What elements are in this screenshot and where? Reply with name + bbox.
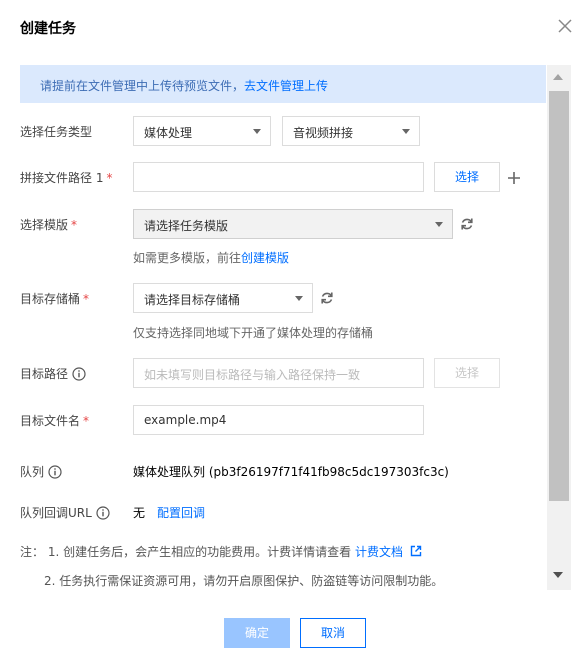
bucket-label: 目标存储桶 * xyxy=(20,290,89,307)
cancel-button[interactable]: 取消 xyxy=(300,618,366,648)
template-label: 选择模版 * xyxy=(20,216,77,233)
queue-value: 媒体处理队列 (pb3f26197f71f41fb98c5dc197303fc3… xyxy=(133,465,449,479)
task-type-label: 选择任务类型 xyxy=(20,123,92,140)
target-path-label-text: 目标路径 xyxy=(20,367,69,381)
chevron-down-icon xyxy=(435,222,443,227)
task-type-label-text: 选择任务类型 xyxy=(20,125,93,139)
callback-url-label: 队列回调URL xyxy=(20,504,110,521)
callback-url-label-text: 队列回调URL xyxy=(20,506,92,520)
queue-label: 队列 xyxy=(20,463,62,480)
target-path-placeholder: 如未填写则目标路径与输入路径保持一致 xyxy=(144,368,361,382)
refresh-icon[interactable] xyxy=(459,216,475,232)
template-placeholder: 请选择任务模版 xyxy=(144,219,229,233)
confirm-button[interactable]: 确定 xyxy=(224,618,290,648)
tip-message: 请提前在文件管理中上传待预览文件， xyxy=(40,79,245,93)
callback-url-value: 无配置回调 xyxy=(133,504,205,521)
refresh-icon[interactable] xyxy=(319,290,335,306)
note-prefix: 注： xyxy=(20,545,45,559)
target-path-label: 目标路径 xyxy=(20,365,86,382)
close-icon[interactable] xyxy=(556,17,574,35)
bucket-placeholder: 请选择目标存储桶 xyxy=(144,293,241,307)
billing-docs-link[interactable]: 计费文档 xyxy=(355,545,403,559)
chevron-down-icon xyxy=(402,129,410,134)
concat-path-select-button[interactable]: 选择 xyxy=(434,162,500,192)
required-mark: * xyxy=(83,414,90,428)
target-filename-input[interactable]: example.mp4 xyxy=(133,405,424,435)
concat-path-label: 拼接文件路径 1 * xyxy=(20,169,112,186)
scrollbar-thumb[interactable] xyxy=(549,91,569,501)
bucket-select[interactable]: 请选择目标存储桶 xyxy=(133,283,313,313)
target-filename-label-text: 目标文件名 xyxy=(20,414,81,428)
chevron-down-icon xyxy=(253,129,261,134)
chevron-down-icon xyxy=(295,296,303,301)
dialog-title: 创建任务 xyxy=(20,21,76,37)
create-task-dialog: 创建任务 请提前在文件管理中上传待预览文件，去文件管理上传 选择任务类型 媒体处… xyxy=(0,0,588,662)
bucket-hint: 仅支持选择同地域下开通了媒体处理的存储桶 xyxy=(133,326,374,340)
upload-tip-banner: 请提前在文件管理中上传待预览文件，去文件管理上传 xyxy=(20,65,546,103)
info-icon[interactable] xyxy=(72,367,86,381)
plus-icon[interactable] xyxy=(506,170,522,186)
required-mark: * xyxy=(71,218,78,232)
external-link-icon[interactable] xyxy=(410,545,422,557)
template-hint-text: 如需更多模版，前往 xyxy=(133,251,242,265)
task-subtype-select[interactable]: 音视频拼接 xyxy=(282,116,420,146)
template-hint: 如需更多模版，前往创建模版 xyxy=(133,249,289,266)
task-category-select[interactable]: 媒体处理 xyxy=(133,116,271,146)
configure-callback-link[interactable]: 配置回调 xyxy=(157,506,205,520)
target-path-input[interactable]: 如未填写则目标路径与输入路径保持一致 xyxy=(133,358,424,388)
concat-path-label-text: 拼接文件路径 1 xyxy=(20,171,104,185)
tip-text: 请提前在文件管理中上传待预览文件，去文件管理上传 xyxy=(40,77,328,94)
scroll-up-arrow-icon[interactable] xyxy=(553,74,563,80)
task-category-value: 媒体处理 xyxy=(144,126,193,140)
info-icon[interactable] xyxy=(48,465,62,479)
note-line-1: 注： 1. 创建任务后，会产生相应的功能费用。计费详情请查看 计费文档 xyxy=(20,543,422,560)
bucket-label-text: 目标存储桶 xyxy=(20,292,81,306)
concat-path-input[interactable] xyxy=(133,162,424,192)
target-filename-label: 目标文件名 * xyxy=(20,412,89,429)
note-1-text: 1. 创建任务后，会产生相应的功能费用。计费详情请查看 xyxy=(47,545,352,559)
required-mark: * xyxy=(106,171,113,185)
create-template-link[interactable]: 创建模版 xyxy=(241,251,289,265)
required-mark: * xyxy=(83,292,90,306)
target-path-select-button[interactable]: 选择 xyxy=(434,358,500,388)
scroll-down-arrow-icon[interactable] xyxy=(553,572,563,578)
file-manager-link[interactable]: 去文件管理上传 xyxy=(244,79,328,93)
queue-label-text: 队列 xyxy=(20,465,45,479)
template-select[interactable]: 请选择任务模版 xyxy=(133,209,453,239)
callback-url-value-text: 无 xyxy=(133,506,146,520)
task-subtype-value: 音视频拼接 xyxy=(293,126,354,140)
target-filename-value: example.mp4 xyxy=(144,413,227,427)
dialog-body: 请提前在文件管理中上传待预览文件，去文件管理上传 选择任务类型 媒体处理 音视频… xyxy=(0,58,588,590)
note-line-2: 2. 任务执行需保证资源可用，请勿开启原图保护、防盗链等访问限制功能。 xyxy=(44,574,444,588)
template-label-text: 选择模版 xyxy=(20,218,69,232)
info-icon[interactable] xyxy=(96,506,110,520)
